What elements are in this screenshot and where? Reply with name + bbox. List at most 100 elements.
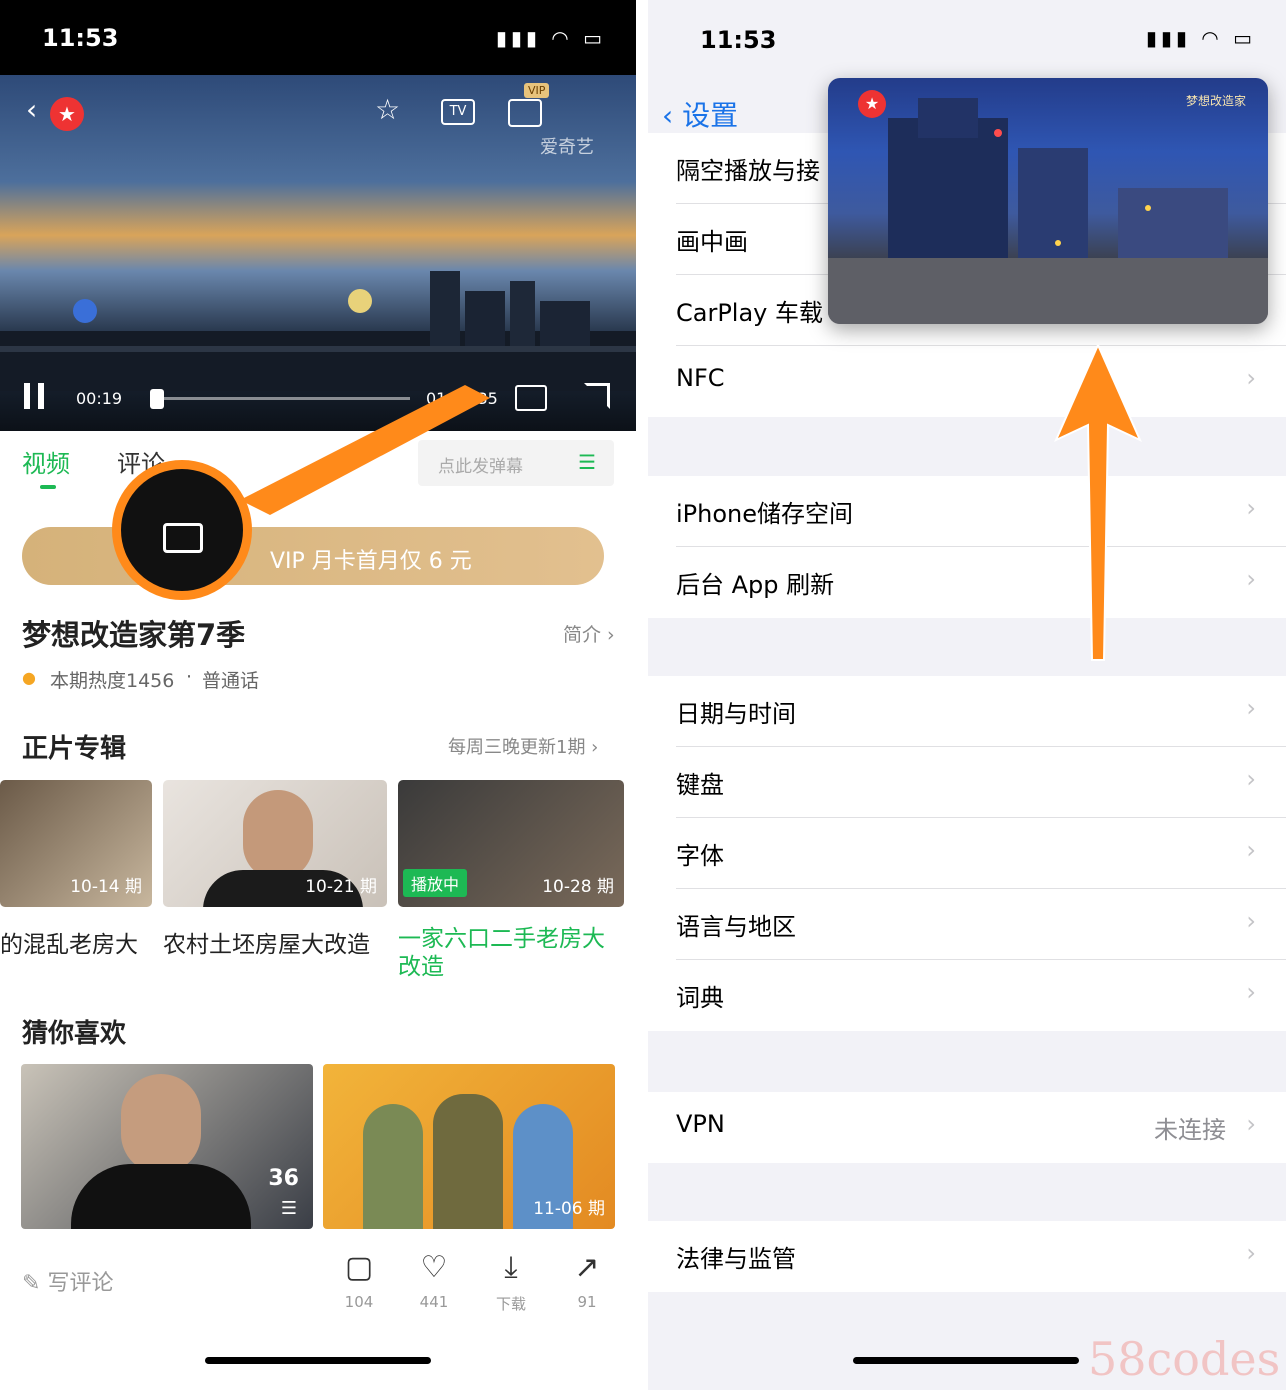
share-count: 91 xyxy=(577,1293,597,1311)
write-comment-button[interactable]: ✎ 写评论 xyxy=(22,1265,113,1297)
annotation-arrow-up xyxy=(1054,345,1142,661)
show-title: 梦想改造家第7季 xyxy=(22,618,246,652)
like-count: 441 xyxy=(419,1293,449,1311)
row-label: 画中画 xyxy=(676,228,748,256)
row-label: 词典 xyxy=(676,984,724,1012)
tab-indicator xyxy=(40,485,56,489)
home-indicator[interactable] xyxy=(205,1357,431,1364)
pause-icon[interactable] xyxy=(24,383,30,409)
intro-link-label: 简介 xyxy=(563,624,602,646)
like-button[interactable]: ♡ 441 xyxy=(404,1250,464,1311)
chevron-right-icon: › xyxy=(1246,1110,1256,1138)
tv-icon[interactable]: TV xyxy=(441,99,475,125)
episode-caption[interactable]: 的混乱老房大 xyxy=(0,925,152,959)
comment-icon: ▢ xyxy=(344,1250,374,1285)
video-app-screen: 11:53 ▮▮▮ ◠ ▭ ‹ ★ ☆ TV VIP 爱奇艺 00:19 01:… xyxy=(0,0,636,1390)
channel-logo-icon: ★ xyxy=(50,97,84,131)
episode-thumb[interactable]: 10-21 期 xyxy=(163,780,387,907)
chevron-right-icon: › xyxy=(1246,494,1256,522)
status-time: 11:53 xyxy=(42,24,119,52)
settings-row-language-region[interactable]: 语言与地区 › xyxy=(648,889,1286,960)
share-button[interactable]: ↗ 91 xyxy=(557,1250,617,1311)
episode-date: 10-14 期 xyxy=(70,877,142,897)
watermark: 58codes xyxy=(1088,1332,1281,1386)
current-time: 00:19 xyxy=(76,389,123,408)
share-icon: ↗ xyxy=(574,1250,600,1285)
episode-thumb[interactable]: 10-14 期 xyxy=(0,780,152,907)
tab-video[interactable]: 视频 xyxy=(22,444,70,479)
settings-row-storage[interactable]: iPhone储存空间 › xyxy=(648,476,1286,547)
episodes-title: 正片专辑 xyxy=(22,734,127,764)
heat-value: 本期热度1456 xyxy=(50,670,175,692)
write-comment-label: 写评论 xyxy=(47,1271,114,1296)
settings-row-fonts[interactable]: 字体 › xyxy=(648,818,1286,889)
pip-city-scene xyxy=(828,98,1268,324)
comment-count: 104 xyxy=(344,1293,374,1311)
row-label: CarPlay 车载 xyxy=(676,299,824,327)
pause-icon-bar xyxy=(38,383,44,409)
row-label: NFC xyxy=(676,364,725,392)
flame-icon: ● xyxy=(22,668,36,687)
settings-row-dictionary[interactable]: 词典 › xyxy=(648,960,1286,1031)
row-label: 键盘 xyxy=(676,771,724,799)
chevron-right-icon: › xyxy=(1246,565,1256,593)
callout-pointer xyxy=(240,385,490,515)
row-label: VPN xyxy=(676,1110,725,1138)
episode-caption[interactable]: 农村土坯房屋大改造 xyxy=(163,925,387,959)
pip-top-icon[interactable] xyxy=(508,99,542,127)
row-label: 后台 App 刷新 xyxy=(676,571,835,599)
episode-date: 10-21 期 xyxy=(305,877,377,897)
back-button[interactable]: ‹ 设置 xyxy=(662,94,738,134)
series-count: 36 xyxy=(268,1166,299,1191)
row-label: 字体 xyxy=(676,842,724,870)
meta-dot: · xyxy=(186,666,193,688)
back-icon[interactable]: ‹ xyxy=(26,93,37,126)
chevron-right-icon: › xyxy=(1246,694,1256,722)
video-player[interactable]: ‹ ★ ☆ TV VIP 爱奇艺 00:19 01:15:35 xyxy=(0,75,636,431)
episode-date: 10-28 期 xyxy=(542,877,614,897)
comment-button[interactable]: ▢ 104 xyxy=(329,1250,389,1311)
recommend-title: 猜你喜欢 xyxy=(22,1019,127,1049)
episode-date: 11-06 期 xyxy=(533,1199,605,1219)
status-icons: ▮▮▮ ◠ ▭ xyxy=(1145,26,1256,50)
chevron-right-icon: › xyxy=(1246,978,1256,1006)
recommend-thumb[interactable]: 36 ☰ xyxy=(21,1064,313,1229)
download-label: 下载 xyxy=(495,1295,526,1313)
recommend-thumb[interactable]: 11-06 期 xyxy=(323,1064,615,1229)
row-label: 日期与时间 xyxy=(676,700,796,728)
chevron-right-icon: › xyxy=(1246,364,1256,392)
download-button[interactable]: ⤓ 下载 xyxy=(481,1250,541,1314)
settings-row-nfc[interactable]: NFC › xyxy=(648,346,1286,417)
settings-row-vpn[interactable]: VPN 未连接 › xyxy=(648,1092,1286,1163)
person-figure xyxy=(363,1104,423,1229)
home-indicator[interactable] xyxy=(853,1357,1079,1364)
chevron-right-icon: › xyxy=(1246,765,1256,793)
episode-thumb[interactable]: 播放中 10-28 期 xyxy=(398,780,624,907)
person-face xyxy=(121,1074,201,1174)
progress-knob[interactable] xyxy=(150,389,164,409)
intro-link[interactable]: 简介 › xyxy=(563,620,615,647)
settings-row-legal[interactable]: 法律与监管 › xyxy=(648,1221,1286,1292)
chevron-right-icon: › xyxy=(1246,907,1256,935)
iqiyi-logo: 爱奇艺 xyxy=(540,137,594,158)
pip-video-window[interactable]: ★ 梦想改造家 xyxy=(828,78,1268,324)
update-note-label: 每周三晚更新1期 xyxy=(448,737,586,758)
episode-caption-active[interactable]: 一家六口二手老房大改造 xyxy=(398,925,618,981)
vpn-status: 未连接 xyxy=(1154,1116,1226,1144)
heart-icon: ♡ xyxy=(420,1250,448,1285)
chevron-right-icon: › xyxy=(1246,836,1256,864)
settings-row-keyboard[interactable]: 键盘 › xyxy=(648,747,1286,818)
settings-row-date-time[interactable]: 日期与时间 › xyxy=(648,676,1286,747)
person-face xyxy=(243,790,313,880)
update-note[interactable]: 每周三晚更新1期 › xyxy=(448,733,598,759)
row-label: 法律与监管 xyxy=(676,1245,796,1273)
language: 普通话 xyxy=(202,670,260,692)
now-playing-badge: 播放中 xyxy=(403,869,468,897)
pip-icon-magnified xyxy=(163,523,203,553)
status-time: 11:53 xyxy=(700,26,777,54)
settings-row-background-refresh[interactable]: 后台 App 刷新 › xyxy=(648,547,1286,618)
settings-screen: 11:53 ▮▮▮ ◠ ▭ ‹ 设置 隔空播放与接 › 画中画 › CarPlay … xyxy=(648,0,1286,1390)
status-bar: 11:53 ▮▮▮ ◠ ▭ xyxy=(0,0,636,75)
row-label: 语言与地区 xyxy=(676,913,796,941)
star-icon[interactable]: ☆ xyxy=(375,93,400,126)
